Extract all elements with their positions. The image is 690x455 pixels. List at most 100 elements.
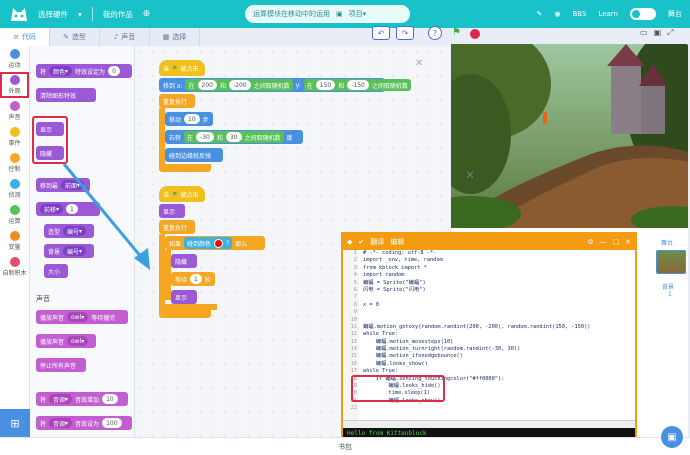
block-hide[interactable]: 隐藏 (171, 254, 197, 268)
block-turn-right[interactable]: 右转 在 -30 和 30 之间取随机数 度 (165, 130, 303, 144)
category-dot (9, 127, 20, 137)
block-change-sound-effect[interactable]: 将 音调 ▾ 音效增加 10 (36, 392, 128, 406)
backdrop-thumbnail[interactable] (656, 250, 686, 274)
check-icon[interactable]: ✔ (358, 238, 364, 246)
brush-icon: ✎ (63, 33, 69, 41)
line-number: 16 (350, 360, 357, 367)
block-show[interactable]: 显示 (171, 290, 197, 304)
add-extension-button[interactable]: ⊞ (0, 409, 30, 437)
small-stage-icon[interactable]: ▭ (640, 28, 648, 38)
block-forever[interactable]: 重复执行 (159, 220, 195, 234)
menu-my-projects[interactable]: 我的作品 (103, 9, 133, 20)
line-number: 7 (353, 294, 357, 301)
effect-value[interactable]: 0 (108, 66, 120, 76)
tab-costumes[interactable]: ✎ 造型 (50, 28, 100, 46)
chevron-down-icon: ▾ (78, 9, 82, 19)
category-events[interactable]: 事件 (0, 124, 29, 150)
line-number: 14 (350, 346, 357, 353)
block-when-flag-clicked[interactable]: 当 ⚑ 被点击 (159, 186, 205, 202)
category-operators[interactable]: 运算 (0, 202, 29, 228)
block-show[interactable]: 显示 (159, 204, 185, 218)
link-bbs[interactable]: BBS (572, 10, 586, 18)
color-swatch[interactable] (214, 238, 224, 248)
save-icon[interactable]: ▣ (336, 10, 343, 18)
block-move-steps[interactable]: 移动 10 步 (165, 112, 213, 126)
sound-effect-dropdown[interactable]: 音调 ▾ (49, 394, 73, 404)
category-looks[interactable]: 外观 (0, 72, 29, 98)
menu-select-hardware[interactable]: 选择硬件 (38, 9, 68, 20)
block-when-flag-clicked[interactable]: 当 ⚑ 被点击 (159, 60, 205, 76)
category-control[interactable]: 控制 (0, 150, 29, 176)
stage-canvas[interactable]: ✕ (451, 44, 688, 228)
large-stage-icon[interactable]: ▣ (654, 28, 662, 38)
green-flag-button[interactable]: ⚑ (452, 27, 464, 39)
minimize-icon[interactable]: — (600, 238, 607, 246)
tab-select[interactable]: ▦ 选择 (150, 28, 200, 46)
reporter-random-turn[interactable]: 在 -30 和 30 之间取随机数 (184, 131, 284, 143)
grid-icon: ▦ (162, 33, 170, 41)
camera-icon[interactable]: ◉ (554, 10, 560, 18)
backdrop-count-label: 背景 (662, 284, 675, 291)
effect-dropdown[interactable]: 颜色 ▾ (49, 66, 73, 76)
block-play-sound[interactable]: 播放声音 owl ▾ (36, 334, 96, 348)
block-wait[interactable]: 等待 1 秒 (171, 272, 215, 286)
chat-button[interactable]: ▣ (661, 426, 683, 448)
edit-menu[interactable]: 编辑 (390, 237, 404, 247)
sound-effect-dropdown[interactable]: 音调 ▾ (49, 418, 73, 428)
green-flag-icon: ⚑ (172, 64, 178, 72)
category-sensing[interactable]: 侦测 (0, 176, 29, 202)
link-learn[interactable]: Learn (598, 10, 618, 18)
line-number: 4 (353, 272, 357, 279)
reporter-random-y[interactable]: 在 150 和 -150 之间取随机数 (303, 79, 411, 91)
sound-dropdown[interactable]: owl ▾ (67, 336, 89, 346)
close-icon[interactable]: ✕ (625, 238, 631, 246)
block-stop-all-sounds[interactable]: 停止所有声音 (36, 358, 86, 372)
tab-sounds[interactable]: ♪ 声音 (100, 28, 150, 46)
chat-icon: ▣ (667, 431, 677, 443)
kittenblock-logo-icon[interactable] (6, 1, 32, 27)
bat-sprite-icon[interactable]: ✕ (465, 168, 475, 182)
block-goto-xy[interactable]: 移到 x: 在 200 和 -200 之间取随机数 y: 在 150 和 -150 之间取随机数 (159, 78, 411, 92)
reporter-random-x[interactable]: 在 200 和 -200 之间取随机数 (185, 79, 293, 91)
console-line: Hello from Kittenblock (347, 430, 427, 437)
category-dot (9, 205, 20, 215)
help-button[interactable]: ? (428, 26, 442, 40)
maximize-icon[interactable]: □ (613, 238, 620, 246)
stage-mode-toggle[interactable] (630, 8, 656, 20)
stop-button[interactable] (470, 29, 480, 39)
block-clear-effects[interactable]: 清除图形特效 (36, 88, 96, 102)
sound-effect-value[interactable]: 10 (102, 394, 118, 404)
project-menu[interactable]: 项目 (349, 9, 363, 19)
category-variables[interactable]: 变量 (0, 228, 29, 254)
edit-icon[interactable]: ✎ (537, 10, 543, 18)
translate-button[interactable]: 翻译 (370, 237, 384, 247)
globe-icon[interactable]: ⊕ (143, 9, 151, 19)
block-if-then[interactable]: 如果 碰到颜色? 那么 (165, 236, 265, 250)
fullscreen-icon[interactable]: ⤢ (667, 28, 673, 38)
sound-dropdown[interactable]: owl ▾ (67, 312, 89, 322)
code-line: # -*- coding: utf-8 -*- (363, 250, 437, 256)
block-forever[interactable]: 重复执行 (159, 94, 195, 108)
reporter-touching-color[interactable]: 碰到颜色? (184, 237, 233, 249)
sound-effect-value[interactable]: 100 (102, 418, 122, 428)
settings-icon[interactable]: ⚙ (587, 238, 593, 246)
line-number: 3 (353, 264, 357, 271)
undo-button[interactable]: ↶ (372, 26, 390, 40)
block-play-until-done[interactable]: 播放声音 owl ▾ 等待播完 (36, 310, 128, 324)
project-title-field[interactable]: 运算模块在移动中的运用 ▣ 项目 ▾ (245, 5, 410, 23)
tab-code[interactable]: ≡ 代码 (0, 28, 50, 46)
line-number: 1 (353, 250, 357, 256)
block-set-effect[interactable]: 将 颜色 ▾ 特效设定为 0 (36, 64, 132, 78)
category-motion[interactable]: 运动 (0, 46, 29, 72)
redo-button[interactable]: ↷ (396, 26, 414, 40)
block-bounce-on-edge[interactable]: 碰到边缘就反弹 (165, 148, 223, 162)
horizontal-scrollbar[interactable] (343, 420, 635, 428)
backpack-bar[interactable]: 书包 (0, 437, 690, 455)
category-my-blocks[interactable]: 自制积木 (0, 254, 29, 280)
category-sound[interactable]: 声音 (0, 98, 29, 124)
block-set-sound-effect[interactable]: 将 音调 ▾ 音效设为 100 (36, 416, 132, 430)
code-line: from kblock import * (363, 264, 427, 271)
line-number: 11 (350, 323, 357, 330)
